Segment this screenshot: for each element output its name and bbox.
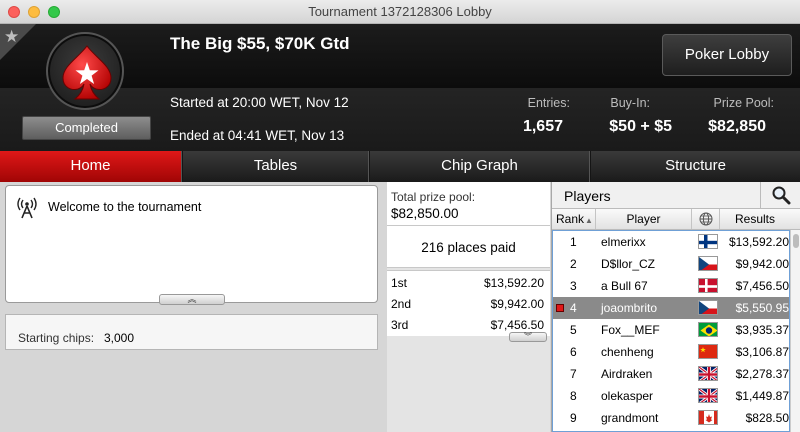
- column-player[interactable]: Player: [596, 209, 692, 229]
- player-name: elmerixx: [601, 235, 646, 249]
- player-row[interactable]: 9 grandmont $828.50: [553, 407, 789, 429]
- player-result: $3,106.87: [735, 345, 789, 359]
- prize-pool-label: Total prize pool:: [391, 190, 476, 204]
- player-row[interactable]: 6 chenheng $3,106.87: [553, 341, 789, 363]
- prizepool-value: $82,850: [708, 118, 766, 135]
- poker-lobby-button[interactable]: Poker Lobby: [662, 34, 792, 76]
- player-name: olekasper: [601, 389, 654, 403]
- player-result: $828.50: [745, 411, 789, 425]
- starting-chips-panel: Starting chips: 3,000: [5, 314, 378, 350]
- player-result: $13,592.20: [728, 235, 789, 249]
- player-name: Airdraken: [601, 367, 653, 381]
- player-result: $9,942.00: [735, 257, 789, 271]
- player-result: $1,449.87: [735, 389, 789, 403]
- column-rank[interactable]: Rank▲: [552, 209, 596, 229]
- payout-list: 1st $13,592.20 2nd $9,942.00 3rd $7,456.…: [387, 270, 550, 336]
- player-rank: 3: [570, 279, 577, 293]
- sort-ascending-icon: ▲: [585, 216, 593, 225]
- welcome-panel: Welcome to the tournament ︽: [5, 185, 378, 305]
- player-rank: 8: [570, 389, 577, 403]
- player-name: a Bull 67: [601, 279, 648, 293]
- player-rank: 1: [570, 235, 577, 249]
- entries-label: Entries:: [527, 96, 570, 110]
- players-scrollbar[interactable]: [790, 230, 800, 432]
- czech-flag-icon: [698, 256, 718, 271]
- player-name: grandmont: [601, 411, 659, 425]
- canada-flag-icon: [698, 410, 718, 425]
- player-row[interactable]: 7 Airdraken $2,278.37: [553, 363, 789, 385]
- player-name: D$llor_CZ: [601, 257, 656, 271]
- tab-chip-graph[interactable]: Chip Graph: [370, 151, 590, 182]
- column-results[interactable]: Results: [720, 209, 790, 229]
- tab-home[interactable]: Home: [0, 151, 182, 182]
- players-list: 1 elmerixx $13,592.20 2 D$llor_CZ $9,942.00 3 a…: [552, 230, 790, 432]
- tournament-name: The Big $55, $70K Gtd: [170, 34, 350, 53]
- tab-structure[interactable]: Structure: [591, 151, 800, 182]
- payout-row: 2nd $9,942.00: [391, 297, 544, 311]
- search-players-button[interactable]: [760, 182, 800, 208]
- player-rank: 4: [570, 301, 577, 315]
- player-row[interactable]: 8 olekasper $1,449.87: [553, 385, 789, 407]
- prize-panel: Total prize pool: $82,850.00 216 places …: [387, 182, 550, 432]
- players-panel: Players Rank▲ Player Results 1 elmerixx $1…: [551, 182, 800, 432]
- uk-flag-icon: [698, 388, 718, 403]
- payout-row: 3rd $7,456.50: [391, 318, 544, 332]
- star-icon[interactable]: ★: [4, 27, 19, 47]
- player-result: $7,456.50: [735, 279, 789, 293]
- player-row[interactable]: 5 Fox__MEF $3,935.37: [553, 319, 789, 341]
- end-time: Ended at 04:41 WET, Nov 13: [170, 128, 345, 143]
- finland-flag-icon: [698, 234, 718, 249]
- player-rank: 2: [570, 257, 577, 271]
- payout-row: 1st $13,592.20: [391, 276, 544, 290]
- player-result: $2,278.37: [735, 367, 789, 381]
- player-rank: 7: [570, 367, 577, 381]
- tab-tables[interactable]: Tables: [183, 151, 369, 182]
- player-row[interactable]: 3 a Bull 67 $7,456.50: [553, 275, 789, 297]
- start-time: Started at 20:00 WET, Nov 12: [170, 95, 349, 110]
- player-name: chenheng: [601, 345, 654, 359]
- buyin-label: Buy-In:: [610, 96, 650, 110]
- player-row[interactable]: 2 D$llor_CZ $9,942.00: [553, 253, 789, 275]
- scroll-down-chevron-icon[interactable]: ︾: [509, 332, 547, 342]
- tournament-header: ★ Completed The Big $55, $70K Gtd Starte…: [0, 24, 800, 151]
- pokerstars-logo: [46, 32, 124, 110]
- player-rank: 6: [570, 345, 577, 359]
- prize-pool-total: $82,850.00: [391, 206, 459, 221]
- uk-flag-icon: [698, 366, 718, 381]
- czech-flag-icon: [698, 300, 718, 315]
- window-titlebar: Tournament 1372128306 Lobby: [0, 0, 800, 24]
- spade-star-icon: [62, 45, 112, 100]
- players-table-header: Rank▲ Player Results: [552, 208, 800, 230]
- brazil-flag-icon: [698, 322, 718, 337]
- player-result: $3,935.37: [735, 323, 789, 337]
- player-rank: 5: [570, 323, 577, 337]
- buyin-value: $50 + $5: [609, 118, 672, 135]
- players-title: Players: [564, 188, 611, 204]
- china-flag-icon: [698, 344, 718, 359]
- welcome-message: Welcome to the tournament: [48, 200, 202, 214]
- prizepool-label: Prize Pool:: [713, 96, 774, 110]
- search-icon: [772, 186, 791, 205]
- starting-chips-label: Starting chips:: [18, 331, 95, 345]
- tab-bar: Home Tables Chip Graph Structure: [0, 151, 800, 182]
- player-row[interactable]: 1 elmerixx $13,592.20: [553, 231, 789, 253]
- window-title: Tournament 1372128306 Lobby: [308, 4, 492, 19]
- selected-marker: [556, 304, 564, 312]
- places-paid: 216 places paid: [421, 240, 516, 255]
- player-row[interactable]: 4 joaombrito $5,550.95: [553, 297, 789, 319]
- starting-chips-value: 3,000: [104, 331, 135, 345]
- player-rank: 9: [570, 411, 577, 425]
- scrollbar-thumb[interactable]: [793, 234, 799, 248]
- player-name: Fox__MEF: [601, 323, 660, 337]
- player-result: $5,550.95: [735, 301, 789, 315]
- column-country[interactable]: [692, 209, 720, 229]
- entries-value: 1,657: [522, 118, 563, 135]
- expand-chevron-up-icon[interactable]: ︽: [159, 294, 225, 305]
- globe-icon: [699, 212, 713, 226]
- denmark-flag-icon: [698, 278, 718, 293]
- player-name: joaombrito: [601, 301, 658, 315]
- antenna-icon: [17, 197, 37, 219]
- status-badge: Completed: [22, 116, 151, 140]
